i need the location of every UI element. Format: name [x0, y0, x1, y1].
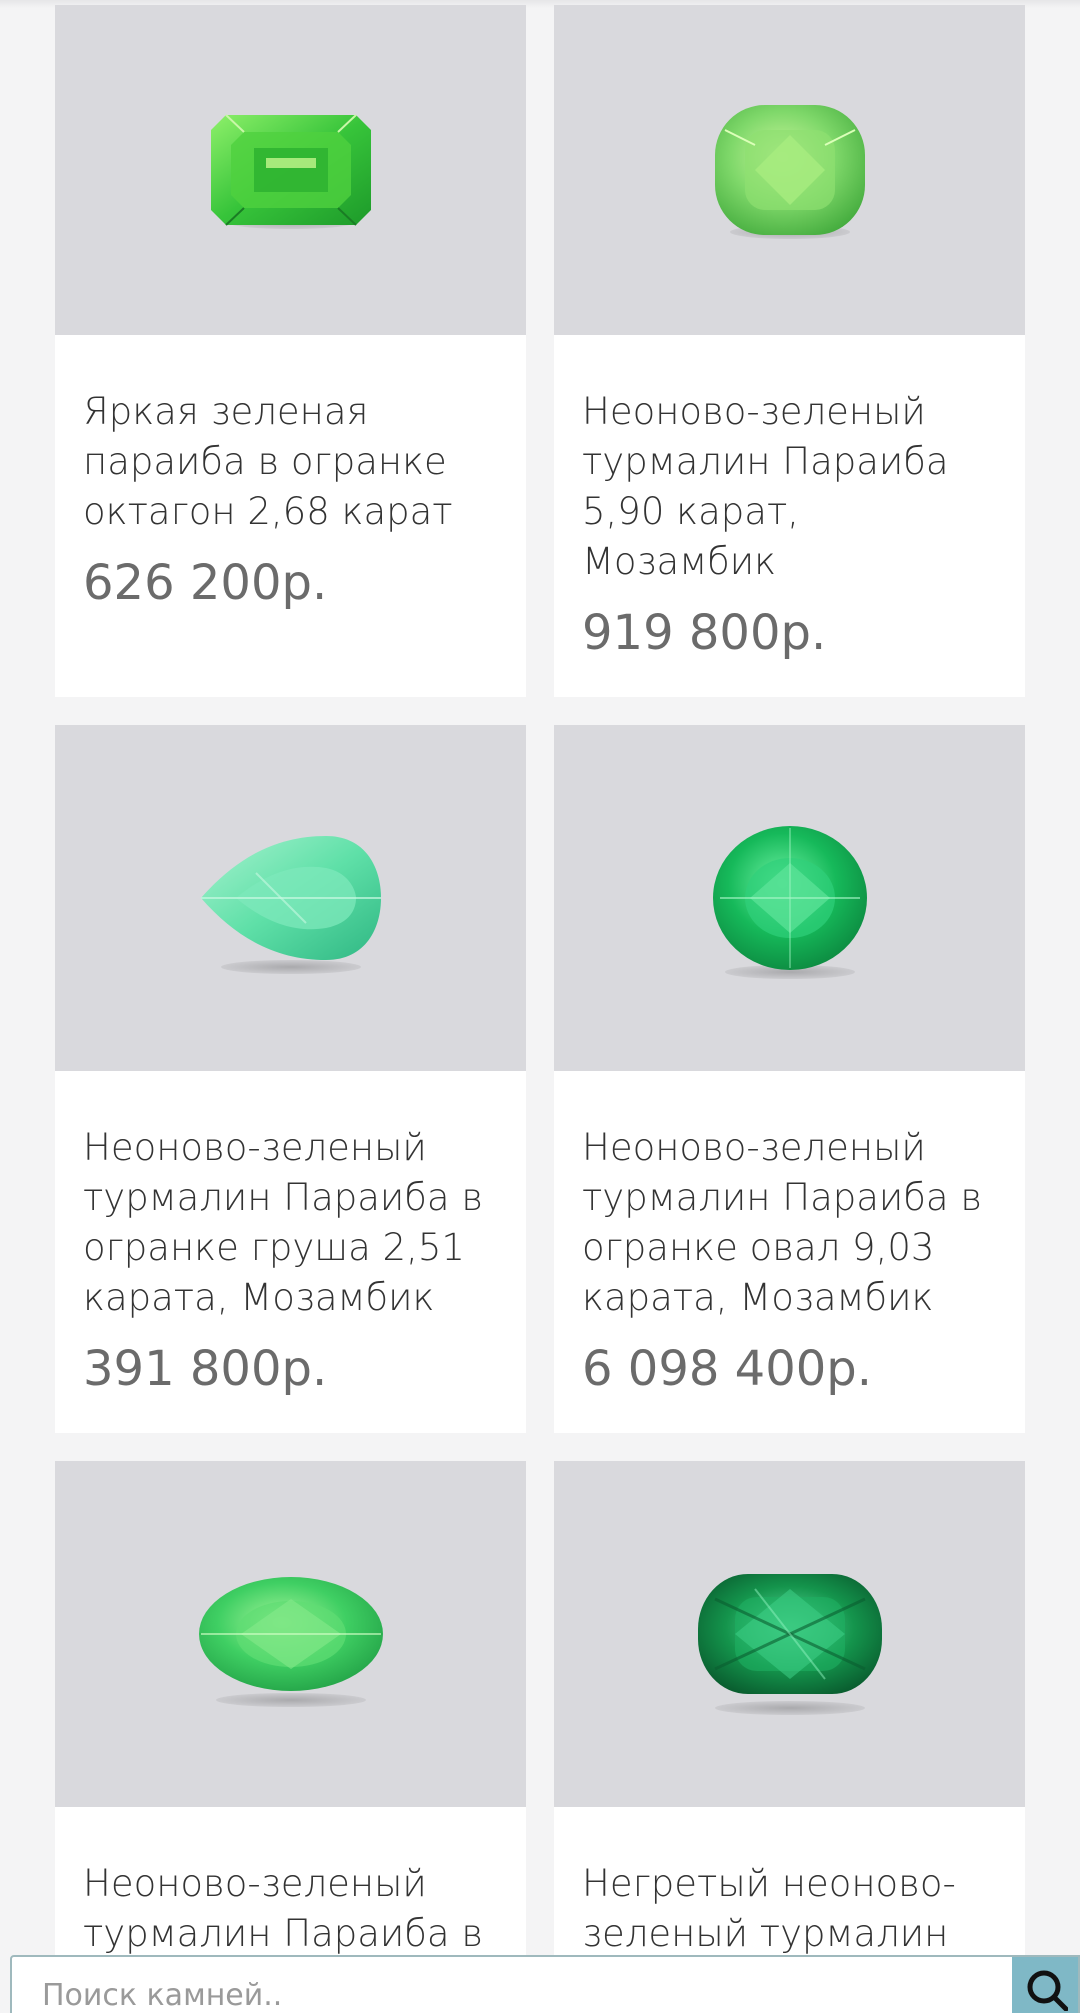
pear-cut-gem-icon: [200, 836, 381, 960]
product-price: 6 098 400р.: [582, 1341, 873, 1397]
oval-cut-gem-icon: [712, 826, 867, 970]
product-card[interactable]: Неоново-зеленый турмалин Параиба 5,90 ка…: [554, 5, 1025, 697]
product-price: 391 800р.: [83, 1341, 328, 1397]
product-image[interactable]: [554, 5, 1025, 335]
product-price: 626 200р.: [83, 555, 328, 611]
product-card[interactable]: Яркая зеленая параиба в огранке октагон …: [55, 5, 526, 697]
product-image[interactable]: [55, 5, 526, 335]
product-title[interactable]: Яркая зеленая параиба в огранке октагон …: [83, 387, 498, 537]
product-image[interactable]: [554, 1461, 1025, 1807]
emerald-cut-gem-icon: [210, 114, 371, 226]
product-card[interactable]: Неоново-зеленый турмалин Параиба в огран…: [554, 725, 1025, 1433]
search-button[interactable]: [1012, 1957, 1078, 2013]
product-title[interactable]: Неоново-зеленый турмалин Параиба 5,90 ка…: [582, 387, 997, 587]
search-bar: [10, 1955, 1080, 2013]
product-price: 919 800р.: [582, 605, 827, 661]
gem-shadow: [215, 1693, 366, 1707]
gem-shadow: [714, 1701, 865, 1715]
product-title[interactable]: Неоново-зеленый турмалин Параиба в огран…: [83, 1123, 498, 1323]
cushion-cut-gem-icon: [714, 105, 865, 235]
catalog-page: Яркая зеленая параиба в огранке октагон …: [0, 0, 1080, 2013]
product-grid: Яркая зеленая параиба в огранке октагон …: [55, 5, 1025, 2013]
product-image[interactable]: [554, 725, 1025, 1071]
product-card[interactable]: Неоново-зеленый турмалин Параиба в огран…: [55, 725, 526, 1433]
oval-cut-gem-icon: [198, 1577, 383, 1691]
product-image[interactable]: [55, 1461, 526, 1807]
product-card[interactable]: Неоново-зеленый турмалин Параиба в огран…: [55, 1461, 526, 2013]
product-image[interactable]: [55, 725, 526, 1071]
product-card[interactable]: Негретый неоново-зеленый турмалин Параиб…: [554, 1461, 1025, 2013]
cushion-cut-gem-icon: [697, 1574, 882, 1694]
search-icon: [1027, 1970, 1068, 2011]
search-input[interactable]: [12, 1957, 1012, 2013]
product-title[interactable]: Неоново-зеленый турмалин Параиба в огран…: [582, 1123, 997, 1323]
